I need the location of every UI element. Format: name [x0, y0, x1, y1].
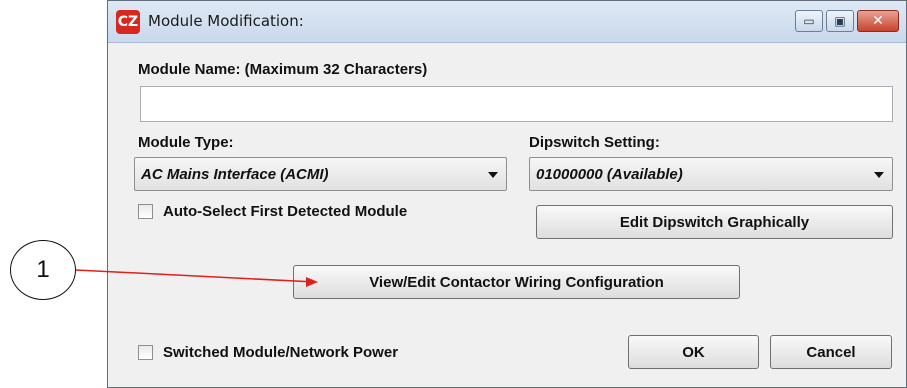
minimize-button[interactable]: ▭ [795, 10, 823, 32]
switched-power-label: Switched Module/Network Power [163, 344, 399, 361]
dipswitch-label: Dipswitch Setting: [529, 134, 660, 151]
module-type-label: Module Type: [138, 134, 234, 151]
ok-button[interactable]: OK [628, 335, 759, 369]
close-button[interactable]: ✕ [857, 10, 899, 32]
dipswitch-select[interactable]: 01000000 (Available) [529, 157, 893, 191]
minimize-icon: ▭ [803, 14, 815, 28]
edit-dipswitch-button[interactable]: Edit Dipswitch Graphically [536, 205, 893, 239]
module-modification-dialog: CZ Module Modification: ▭ ▣ ✕ Module Nam… [107, 0, 907, 388]
window-title: Module Modification: [148, 12, 304, 30]
module-name-label: Module Name: (Maximum 32 Characters) [138, 61, 428, 78]
switched-power-checkbox[interactable] [138, 345, 153, 360]
maximize-icon: ▣ [834, 14, 846, 28]
callout-number: 1 [10, 240, 76, 300]
maximize-button[interactable]: ▣ [826, 10, 854, 32]
auto-select-row[interactable]: Auto-Select First Detected Module [138, 203, 407, 220]
auto-select-label: Auto-Select First Detected Module [163, 203, 408, 220]
switched-power-row[interactable]: Switched Module/Network Power [138, 344, 398, 361]
module-type-select[interactable]: AC Mains Interface (ACMI) [134, 157, 507, 191]
close-icon: ✕ [872, 13, 884, 29]
dipswitch-value: 01000000 (Available) [536, 166, 683, 183]
module-name-input[interactable] [140, 86, 893, 122]
chevron-down-icon [874, 172, 884, 178]
app-logo-icon: CZ [116, 10, 140, 34]
contactor-wiring-button[interactable]: View/Edit Contactor Wiring Configuration [293, 265, 740, 299]
title-bar[interactable]: CZ Module Modification: ▭ ▣ ✕ [108, 1, 906, 43]
auto-select-checkbox[interactable] [138, 204, 153, 219]
module-type-value: AC Mains Interface (ACMI) [141, 166, 329, 183]
cancel-button[interactable]: Cancel [770, 335, 892, 369]
chevron-down-icon [488, 172, 498, 178]
